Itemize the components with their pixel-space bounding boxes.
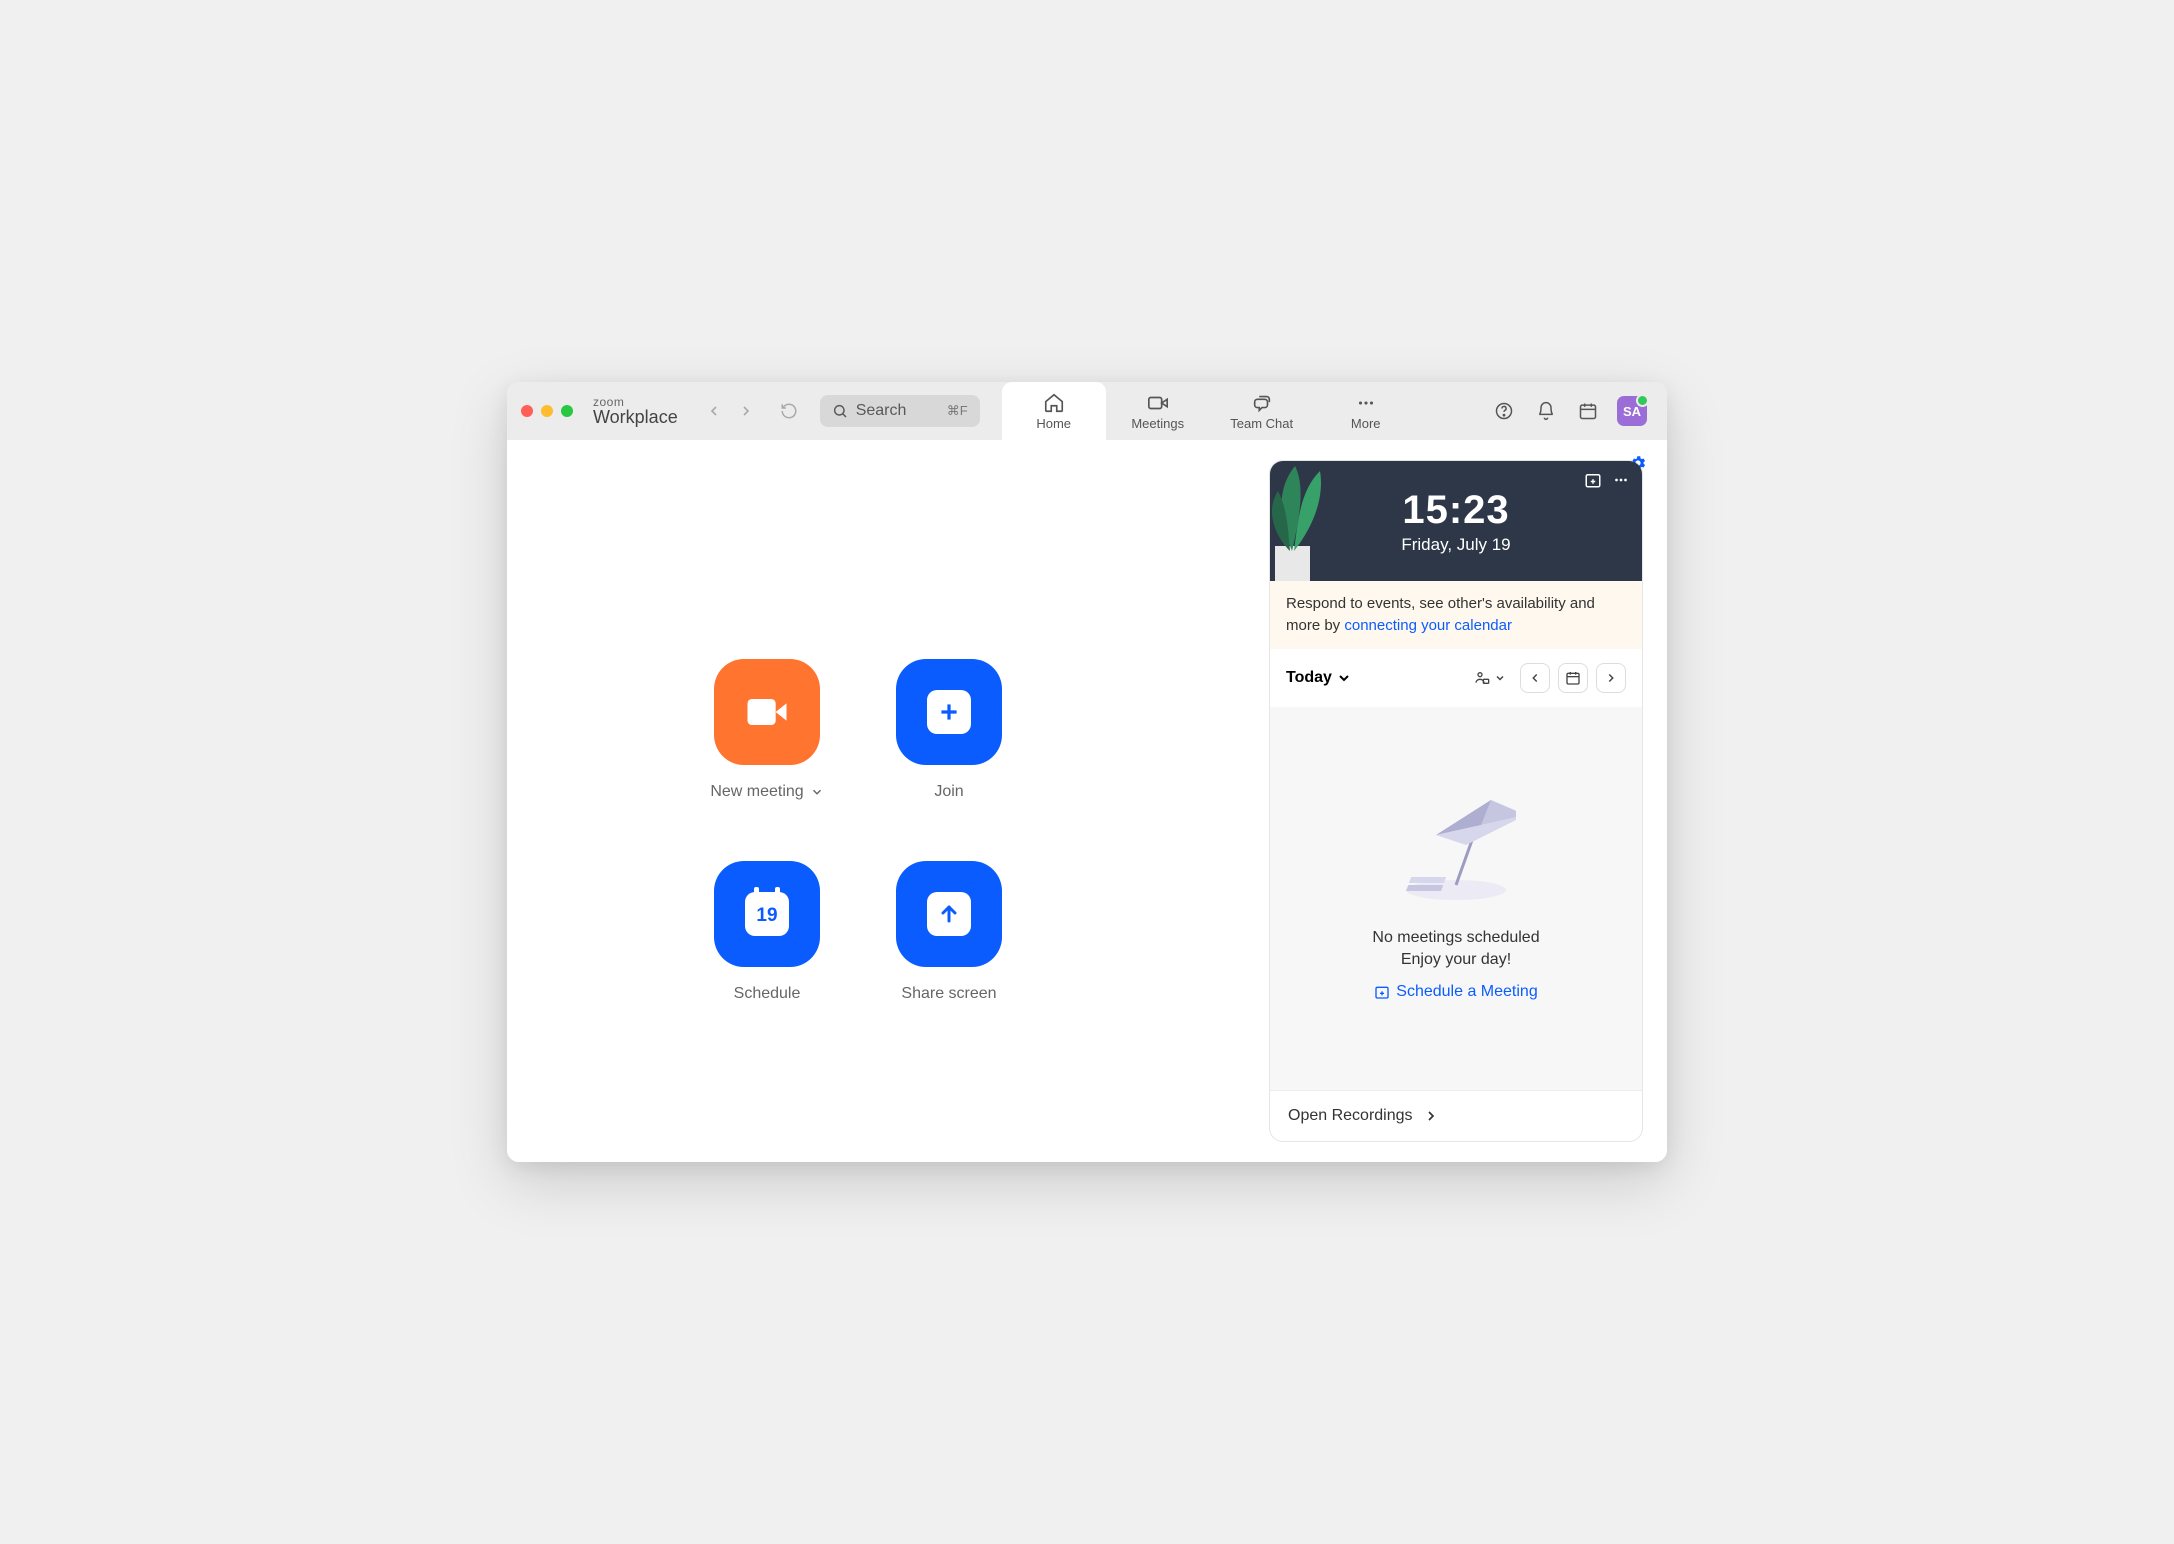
connect-calendar-banner: Respond to events, see other's availabil… [1270,581,1642,649]
titlebar-right: SA [1491,396,1653,426]
chevron-right-icon [1604,671,1618,685]
main-tabs: Home Meetings Team Chat More [1002,382,1418,440]
empty-agenda: No meetings scheduled Enjoy your day! Sc… [1270,707,1642,1091]
app-title: zoom Workplace [593,396,678,426]
add-calendar-button[interactable] [1584,471,1602,494]
open-recordings-label: Open Recordings [1288,1107,1413,1125]
chevron-right-icon [1423,1108,1439,1124]
more-horizontal-icon [1612,471,1630,489]
calendar-plus-icon [1374,984,1390,1000]
calendar-picker-button[interactable] [1558,663,1588,693]
calendar-icon [1565,670,1581,686]
empty-line1: No meetings scheduled [1372,929,1539,947]
search-input[interactable]: Search ⌘F [820,395,980,427]
minimize-window-button[interactable] [541,405,553,417]
calendar-pane: 15:23 Friday, July 19 Respond to events,… [1269,440,1667,1162]
schedule-meeting-label: Schedule a Meeting [1396,983,1537,1001]
tab-meetings[interactable]: Meetings [1106,382,1210,440]
next-day-button[interactable] [1596,663,1626,693]
today-label: Today [1286,669,1332,687]
arrow-up-icon [937,902,961,926]
video-icon [1147,392,1169,414]
plus-icon [936,699,962,725]
new-meeting-label: New meeting [710,783,803,801]
nav-arrows [700,397,760,425]
join-button[interactable] [896,659,1002,765]
help-icon [1494,401,1514,421]
clock-date: Friday, July 19 [1401,535,1510,555]
plant-decoration-icon [1270,461,1340,581]
today-selector[interactable]: Today [1286,669,1352,687]
calendar-card: 15:23 Friday, July 19 Respond to events,… [1269,460,1643,1142]
chevron-left-icon [1528,671,1542,685]
chevron-down-icon [1336,670,1352,686]
share-screen-label: Share screen [901,985,996,1003]
nav-back-button[interactable] [700,397,728,425]
open-recordings-button[interactable]: Open Recordings [1270,1090,1642,1141]
card-more-button[interactable] [1612,471,1630,494]
avatar[interactable]: SA [1617,396,1647,426]
tab-team-chat-label: Team Chat [1230,416,1293,431]
calendar-button[interactable] [1575,398,1601,424]
schedule-button[interactable]: 19 [714,861,820,967]
bell-icon [1536,401,1556,421]
schedule-day: 19 [756,905,777,927]
calendar-plus-icon [1584,471,1602,489]
schedule-action: 19 Schedule [677,861,857,1003]
clock-header: 15:23 Friday, July 19 [1270,461,1642,581]
app-title-line2: Workplace [593,408,678,426]
titlebar: zoom Workplace Search ⌘F Home [507,382,1667,440]
content: New meeting Join [507,440,1667,1162]
search-icon [832,403,848,419]
video-camera-icon [741,686,793,738]
history-button[interactable] [774,396,804,426]
chevron-down-icon [810,785,824,799]
prev-day-button[interactable] [1520,663,1550,693]
notifications-button[interactable] [1533,398,1559,424]
avatar-initials: SA [1623,404,1641,419]
home-icon [1043,392,1065,414]
fullscreen-window-button[interactable] [561,405,573,417]
close-window-button[interactable] [521,405,533,417]
share-screen-action: Share screen [859,861,1039,1003]
tab-home[interactable]: Home [1002,382,1106,440]
join-label: Join [934,783,963,801]
window-controls [521,405,573,417]
connect-calendar-link[interactable]: connecting your calendar [1344,617,1512,634]
clock-time: 15:23 [1402,488,1509,533]
person-card-icon [1474,670,1490,686]
tab-meetings-label: Meetings [1131,416,1184,431]
calendar-icon [1578,401,1598,421]
search-placeholder: Search [856,402,907,420]
action-grid: New meeting Join [677,659,1039,1003]
tab-more[interactable]: More [1314,382,1418,440]
schedule-meeting-link[interactable]: Schedule a Meeting [1374,983,1537,1001]
tab-more-label: More [1351,416,1381,431]
search-shortcut: ⌘F [947,403,968,419]
new-meeting-label-row[interactable]: New meeting [710,783,823,801]
tab-team-chat[interactable]: Team Chat [1210,382,1314,440]
tab-home-label: Home [1036,416,1071,431]
new-meeting-action: New meeting [677,659,857,801]
nav-forward-button[interactable] [732,397,760,425]
join-action: Join [859,659,1039,801]
view-mode-button[interactable] [1468,663,1512,693]
quick-actions-pane: New meeting Join [507,440,1269,1162]
new-meeting-button[interactable] [714,659,820,765]
umbrella-illustration-icon [1396,795,1516,905]
chat-icon [1251,392,1273,414]
share-screen-button[interactable] [896,861,1002,967]
agenda-toolbar: Today [1270,649,1642,707]
empty-line2: Enjoy your day! [1401,951,1511,969]
help-button[interactable] [1491,398,1517,424]
more-icon [1355,392,1377,414]
app-window: zoom Workplace Search ⌘F Home [507,382,1667,1162]
chevron-down-icon [1494,672,1506,684]
schedule-label: Schedule [734,985,801,1003]
